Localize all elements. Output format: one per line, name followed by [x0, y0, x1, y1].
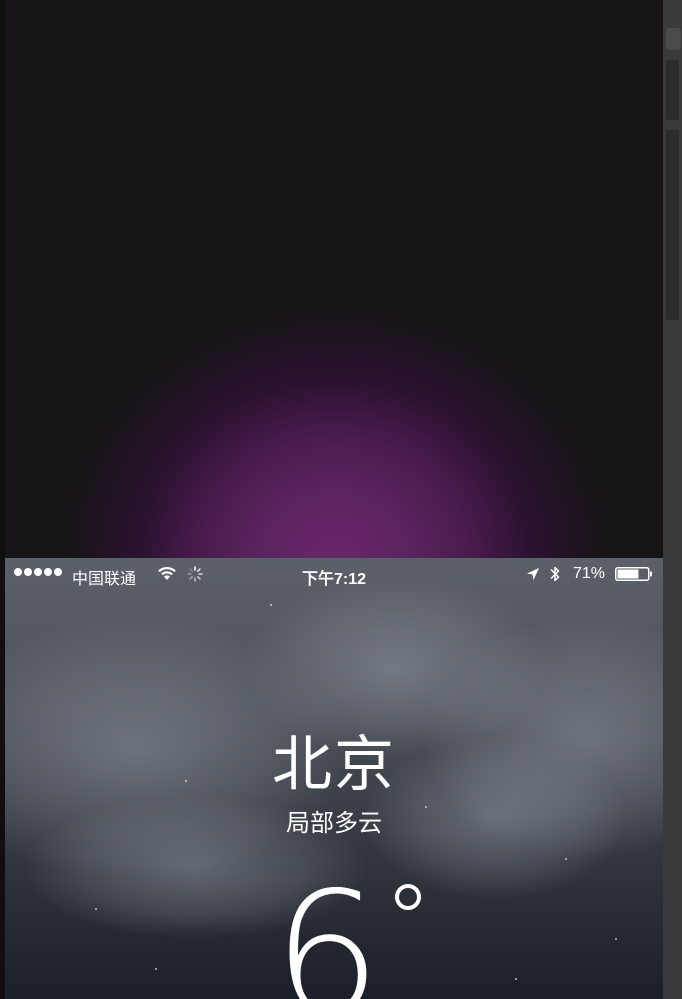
- weather-condition: 局部多云: [286, 810, 382, 837]
- purple-glow-background: [5, 0, 663, 558]
- weather-app-screen: 中国联通 下午7:12 71% 北京 局部多云 6: [5, 558, 663, 999]
- battery-percentage: 71%: [573, 565, 606, 582]
- star: [425, 806, 427, 808]
- status-time: 下午7:12: [301, 571, 367, 588]
- city-name: 北京: [272, 731, 396, 798]
- bluetooth-icon: [550, 566, 560, 582]
- star: [155, 968, 157, 970]
- star: [270, 604, 272, 606]
- star: [515, 978, 517, 980]
- battery-icon: [615, 567, 652, 581]
- scrollbar-segment: [666, 130, 679, 320]
- location-arrow-icon: [527, 568, 539, 580]
- screen: 中国联通 下午7:12 71% 北京 局部多云 6: [0, 0, 682, 999]
- right-scrollbar-track[interactable]: [663, 0, 682, 999]
- scrollbar-thumb[interactable]: [666, 28, 681, 50]
- scrollbar-segment: [666, 60, 679, 120]
- degree-symbol: [395, 884, 421, 910]
- star: [95, 908, 97, 910]
- star: [565, 858, 567, 860]
- temperature-value: 6: [273, 856, 382, 999]
- status-bar: 中国联通 下午7:12 71%: [5, 558, 663, 592]
- star: [615, 938, 617, 940]
